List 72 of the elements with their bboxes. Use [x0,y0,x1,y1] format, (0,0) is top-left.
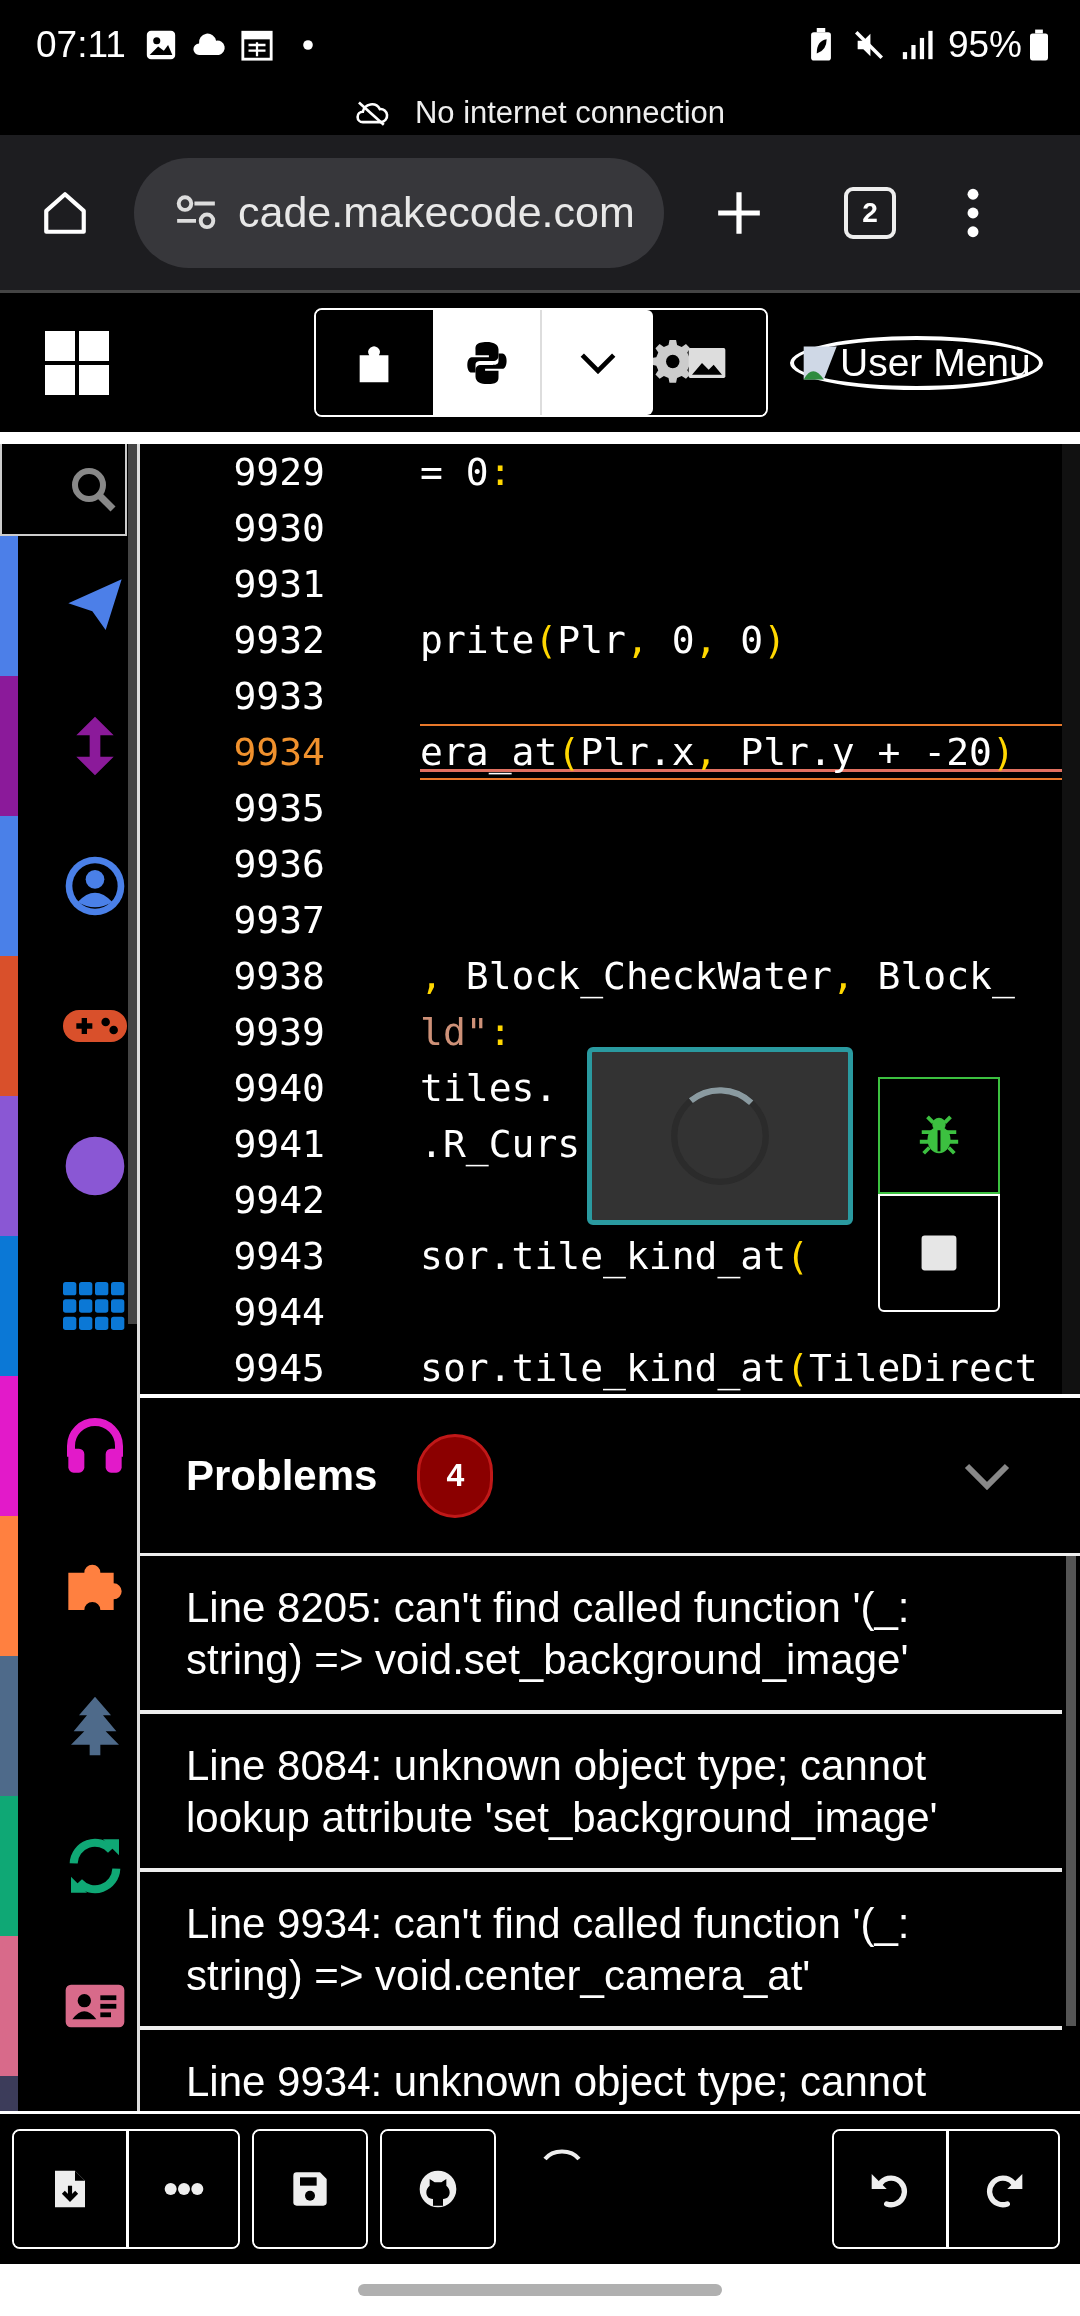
line-number: 9931 [232,562,325,606]
code-text: sor.tile_kind_at(TileDirect [420,1346,1038,1390]
problem-item[interactable]: Line 9934: can't find called function '(_: string) => void.center_camera_at' [140,1872,1062,2030]
stop-button[interactable] [878,1194,1000,1312]
tab-count-button[interactable]: 2 [844,186,896,239]
problems-title: Problems [186,1451,378,1500]
line-number: 9941 [232,1122,325,1166]
redo-button[interactable] [946,2131,1058,2247]
scrollbar[interactable] [128,444,137,1324]
problem-item[interactable]: Line 8084: unknown object type; cannot lookup attribute 'set_background_image' [140,1714,1062,1872]
code-text: = 0: [420,450,512,494]
python-tab[interactable] [433,310,540,415]
github-icon [418,2169,458,2209]
scrollbar[interactable] [1066,1556,1076,2026]
loading-spinner-icon [542,2146,582,2162]
address-bar[interactable]: cade.makecode.com [134,157,664,268]
collapse-chevron-icon[interactable] [962,1461,1012,1490]
line-number: 9938 [232,954,325,998]
search-field[interactable] [0,444,127,536]
line-number: 9935 [232,786,325,830]
line-number: 9932 [232,618,325,662]
problem-item[interactable]: Line 8205: can't find called function '(_: string) => void.set_background_image' [140,1556,1062,1714]
line-number: 9943 [232,1234,325,1278]
url-text: cade.makecode.com [238,188,635,237]
code-text: , Block_CheckWater, Block_ [420,954,1015,998]
save-button[interactable] [254,2131,366,2247]
line-number: 9934 [232,730,325,774]
battery-percent: 95% [947,24,1022,66]
settings-button[interactable] [653,310,766,415]
stop-icon [920,1234,958,1272]
loading-spinner-icon [668,1084,772,1188]
clock-time: 07:11 [36,24,126,66]
line-number: 9929 [232,450,325,494]
person-icon [63,854,127,918]
line-number: 9936 [232,842,325,886]
no-connection-message: No internet connection [414,94,726,131]
line-number: 9939 [232,1010,325,1054]
code-text: .R_Curs [420,1122,581,1166]
more-options-icon[interactable] [966,187,980,238]
code-text: tiles. [420,1066,558,1110]
toolbox-category[interactable] [0,1936,127,2076]
line-number: 9942 [232,1178,325,1222]
scrollbar-track[interactable] [1062,444,1080,1394]
calendar-icon [239,28,274,62]
toolbox-category[interactable] [0,1236,127,1376]
problem-count-badge: 4 [417,1433,494,1518]
image-icon [687,345,727,380]
line-number: 9937 [232,898,325,942]
line-number: 9933 [232,674,325,718]
github-button[interactable] [382,2131,494,2247]
code-text: prite(Plr, 0, 0) [420,618,787,662]
site-settings-icon[interactable] [174,193,218,232]
debug-button[interactable] [878,1077,1000,1194]
circle-icon [63,1134,127,1198]
toolbox-category[interactable] [0,816,127,956]
user-menu-button[interactable]: User Menu [790,335,1043,390]
chevron-down-icon [578,351,617,374]
code-text: era_at(Plr.x, Plr.y + -20) [420,730,1015,774]
line-number: 9944 [232,1290,325,1334]
search-icon [69,465,117,513]
toolbox-category[interactable] [0,956,127,1096]
grid-logo-icon[interactable] [45,330,109,395]
notification-dot-icon [301,39,314,51]
line-number: 9940 [232,1066,325,1110]
line-number: 9945 [232,1346,325,1390]
gesture-handle[interactable] [358,2284,722,2296]
more-button[interactable] [126,2131,238,2247]
battery-icon [1030,29,1048,61]
line-number: 9930 [232,506,325,550]
code-text: sor.tile_kind_at( [420,1234,809,1278]
toolbox-category[interactable] [0,1096,127,1236]
code-text: ld": [420,1010,512,1054]
